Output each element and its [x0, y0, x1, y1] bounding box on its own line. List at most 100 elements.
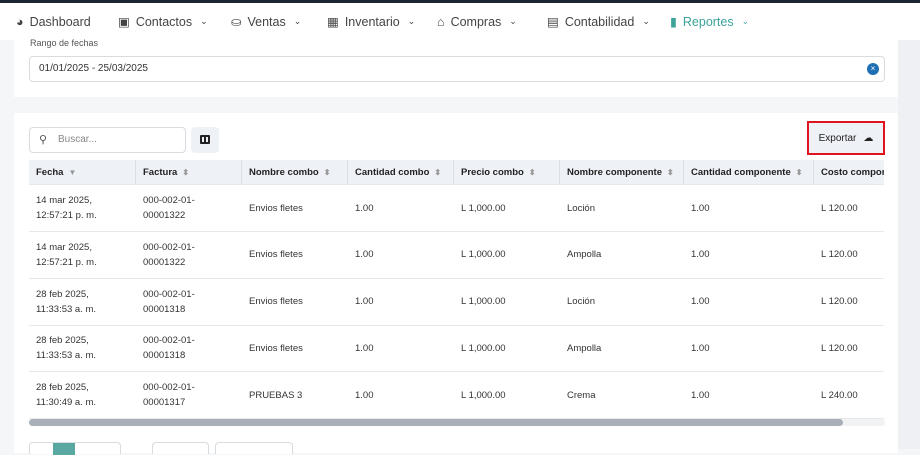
table-cell: 1.00 [691, 342, 710, 354]
table-row: 28 feb 2025, 11:33:53 a. m. 000-002-01-00… [29, 279, 884, 326]
table-cell: 1.00 [691, 296, 710, 308]
table-cell: 14 mar 2025, 12:57:21 p. m. [36, 195, 97, 221]
nav-inventario[interactable]: ▦ Inventario ⌄ [327, 14, 416, 30]
table-cell: 000-002-01-00001318 [143, 335, 195, 362]
dashboard-icon: ◕ [16, 14, 24, 29]
table-cell: 1.00 [691, 389, 710, 401]
filter-card: Rango de fechas 01/01/2025 - 25/03/2025 × [14, 38, 898, 97]
chevron-down-icon: ⌄ [200, 16, 208, 26]
export-button[interactable]: Exportar ☁ [807, 121, 885, 155]
columns-icon [200, 135, 210, 144]
table-cell: 28 feb 2025, 11:30:49 a. m. [36, 382, 97, 409]
contacts-icon: ▣ [118, 15, 130, 29]
table-cell: L 120.00 [821, 249, 858, 261]
column-header[interactable]: Nombre combo ⬍ [242, 160, 348, 184]
table-cell: L 120.00 [821, 296, 858, 308]
column-header[interactable]: Nombre componente ⬍ [560, 160, 684, 184]
table-cell: 1.00 [691, 202, 710, 214]
chevron-down-icon: ⌄ [293, 16, 302, 26]
table-header: Fecha ▼ Factura ⬍ Nombre combo ⬍ Cantidad comb… [29, 160, 884, 185]
clear-icon[interactable]: × [867, 63, 879, 75]
sort-icon: ⬍ [434, 167, 442, 177]
chevron-down-icon: ⌄ [509, 16, 517, 26]
table-cell: 1.00 [691, 249, 710, 261]
date-range-input[interactable]: 01/01/2025 - 25/03/2025 × [29, 56, 885, 82]
column-header[interactable]: Cantidad combo ⬍ [348, 160, 454, 184]
chevron-down-icon: ⌄ [741, 16, 750, 26]
table-row: 14 mar 2025, 12:57:21 p. m. 000-002-01-00… [29, 185, 884, 232]
table-row: 14 mar 2025, 12:57:21 p. m. 000-002-01-00… [29, 232, 884, 279]
table-cell: PRUEBAS 3 [249, 389, 303, 401]
store-icon: ⌂ [437, 14, 445, 29]
table-cell: L 1,000.00 [461, 389, 506, 401]
nav-reportes[interactable]: ▮ Reportes ⌄ [670, 14, 750, 30]
table-cell: L 1,000.00 [461, 296, 506, 308]
columns-button[interactable] [191, 127, 219, 153]
table-cell: 1.00 [355, 389, 374, 401]
right-gutter [898, 40, 920, 449]
table-cell: 1.00 [355, 202, 374, 214]
bar-chart-icon: ▮ [670, 15, 677, 29]
search-input[interactable]: ⚲ Buscar... [29, 127, 186, 153]
inventory-icon: ▦ [327, 15, 339, 29]
report-card: ⚲ Buscar... Exportar ☁ Fecha ▼ Factura ⬍ Nombr… [14, 113, 898, 455]
nav-contactos[interactable]: ▣ Contactos ⌄ [118, 14, 208, 30]
sort-icon: ⬍ [795, 167, 803, 177]
table-cell: 1.00 [355, 249, 374, 261]
sort-icon: ⬍ [667, 167, 674, 177]
table-cell: L 1,000.00 [461, 342, 506, 354]
table-cell: Envios fletes [249, 296, 303, 308]
table-cell: Ampolla [567, 342, 602, 354]
chevron-down-icon: ⌄ [642, 16, 650, 26]
table-cell: L 120.00 [821, 202, 858, 214]
pagination-active-page[interactable] [53, 443, 75, 455]
page-info [215, 442, 293, 454]
table-cell: Loción [567, 296, 595, 308]
table-cell: Envios fletes [249, 342, 303, 354]
calculator-icon: ▤ [547, 15, 559, 29]
sort-icon: ⬍ [323, 167, 331, 177]
table-cell: Crema [567, 389, 596, 401]
scrollbar-thumb[interactable] [29, 419, 843, 426]
sort-desc-icon: ▼ [68, 167, 77, 177]
table-row: 28 feb 2025, 11:33:53 a. m. 000-002-01-00… [29, 325, 884, 373]
column-header[interactable]: Factura ⬍ [136, 160, 242, 184]
search-icon: ⚲ [39, 134, 48, 146]
chevron-down-icon: ⌄ [407, 16, 416, 26]
table-cell: Loción [567, 202, 595, 214]
page-size-select[interactable] [152, 442, 209, 454]
nav-contabilidad[interactable]: ▤ Contabilidad ⌄ [547, 14, 650, 30]
column-header[interactable]: Fecha ▼ [29, 160, 136, 184]
table-cell: L 240.00 [821, 389, 858, 401]
date-range-label: Rango de fechas [30, 38, 99, 48]
cloud-download-icon: ☁ [863, 132, 874, 144]
column-header[interactable]: Costo compon [814, 160, 884, 184]
pagination[interactable] [29, 442, 121, 455]
table-cell: Envios fletes [249, 202, 303, 214]
nav-dashboard[interactable]: ◕ Dashboard [16, 15, 91, 29]
sales-icon: ⛀ [231, 15, 242, 29]
table-cell: Envios fletes [249, 249, 303, 261]
table-cell: 000-002-01-00001322 [143, 195, 195, 221]
nav-compras[interactable]: ⌂ Compras ⌄ [437, 15, 517, 29]
table-cell: 000-002-01-00001322 [143, 241, 195, 268]
sort-icon: ⬍ [528, 167, 536, 177]
table-cell: L 1,000.00 [461, 249, 506, 261]
column-header[interactable]: Cantidad componente ⬍ [684, 160, 814, 184]
nav-ventas[interactable]: ⛀ Ventas ⌄ [231, 14, 302, 30]
table-cell: 28 feb 2025, 11:33:53 a. m. [36, 335, 97, 362]
table-cell: 1.00 [355, 342, 374, 354]
sort-icon: ⬍ [182, 167, 190, 177]
table-cell: L 1,000.00 [461, 202, 506, 214]
table-cell: 000-002-01-00001318 [143, 288, 195, 315]
table-cell: 000-002-01-00001317 [143, 382, 195, 409]
table-cell: L 120.00 [821, 342, 858, 354]
report-table: Fecha ▼ Factura ⬍ Nombre combo ⬍ Cantidad comb… [29, 160, 884, 420]
horizontal-scrollbar[interactable] [29, 419, 885, 426]
column-header[interactable]: Precio combo ⬍ [454, 160, 560, 184]
table-row: 28 feb 2025, 11:30:49 a. m. 000-002-01-00… [29, 372, 884, 420]
table-cell: 14 mar 2025, 12:57:21 p. m. [36, 241, 97, 268]
table-cell: 1.00 [355, 296, 374, 308]
table-cell: 28 feb 2025, 11:33:53 a. m. [36, 288, 97, 315]
table-cell: Ampolla [567, 249, 602, 261]
